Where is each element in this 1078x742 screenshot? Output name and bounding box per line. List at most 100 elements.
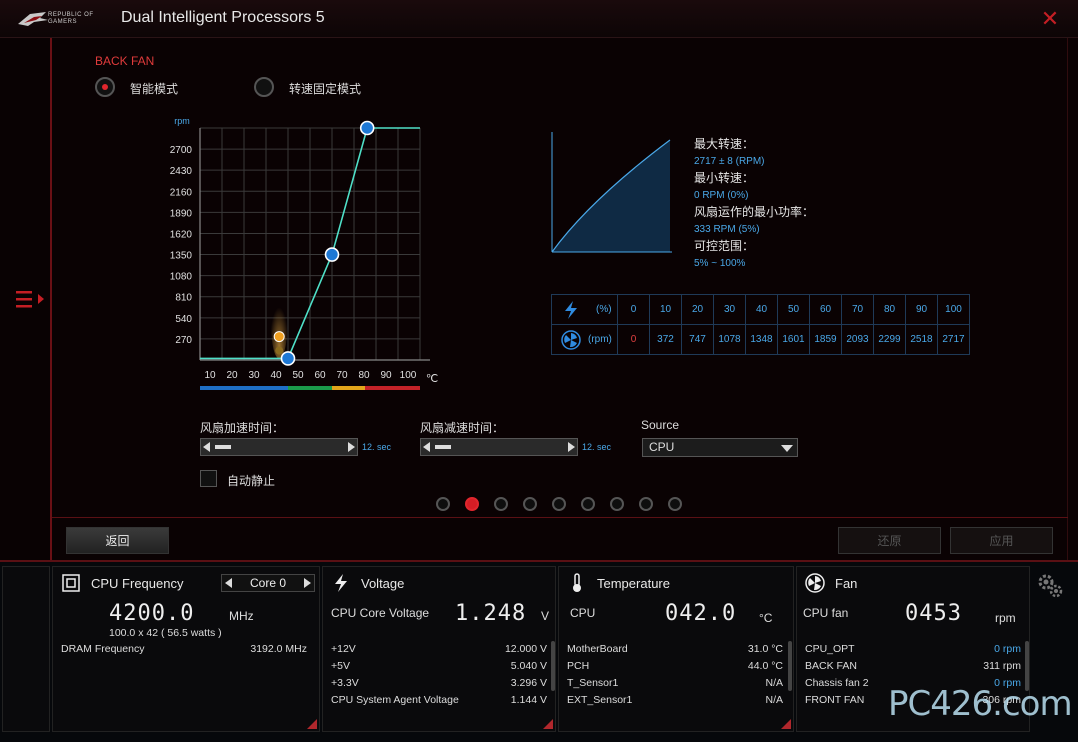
power-icon — [565, 301, 577, 319]
percent-cell: 60 — [809, 294, 842, 325]
rpm-header: (rpm) — [551, 324, 618, 355]
x-tick-label: 10 — [204, 370, 216, 381]
percent-cell: 0 — [617, 294, 650, 325]
cpu-fan-label: CPU fan — [803, 606, 849, 620]
percent-cell: 70 — [841, 294, 874, 325]
accel-time-slider[interactable] — [200, 438, 358, 456]
list-row-label: MotherBoard — [567, 643, 628, 655]
rpm-cell: 0 — [617, 324, 650, 355]
range-value: 5% ~ 100% — [694, 258, 746, 269]
mode-fixed-radio[interactable] — [254, 77, 274, 97]
rpm-cell: 1348 — [745, 324, 778, 355]
menu-icon[interactable] — [14, 288, 46, 310]
accel-time-label: 风扇加速时间： — [200, 421, 285, 435]
restore-button[interactable]: 还原 — [838, 527, 941, 554]
fan-title: Fan — [835, 576, 858, 591]
slider-knob[interactable] — [215, 445, 231, 449]
temperature-zone-bar — [332, 386, 365, 390]
page-dot[interactable] — [639, 497, 653, 511]
cpu-temperature-label: CPU — [570, 606, 596, 620]
x-tick-label: 30 — [248, 370, 260, 381]
y-tick-label: 2430 — [170, 166, 193, 177]
current-temperature-marker-shadow — [275, 346, 284, 355]
y-tick-label: 270 — [175, 335, 192, 346]
arrow-right-icon[interactable] — [348, 442, 355, 452]
page-dot[interactable] — [552, 497, 566, 511]
accel-time-value: 12. sec — [362, 442, 392, 452]
back-button[interactable]: 返回 — [66, 527, 169, 554]
close-button[interactable]: ✕ — [1040, 8, 1060, 30]
cpu-frequency-title: CPU Frequency — [91, 576, 184, 591]
list-row-value: 3.296 V — [510, 677, 547, 689]
x-tick-label: 60 — [314, 370, 326, 381]
rpm-unit: (rpm) — [588, 334, 612, 345]
percent-cell: 30 — [713, 294, 746, 325]
dram-frequency-label: DRAM Frequency — [61, 643, 145, 655]
percent-cell: 100 — [937, 294, 970, 325]
page-dot[interactable] — [465, 497, 479, 511]
decel-time-slider[interactable] — [420, 438, 578, 456]
list-row-value: 311 rpm — [983, 660, 1021, 672]
max-speed-label: 最大转速： — [694, 137, 755, 151]
temperature-panel: Temperature CPU 042.0 °C MotherBoard 31.0… — [558, 566, 794, 732]
cpu-temperature-value: 042.0 — [665, 601, 737, 626]
arrow-left-icon[interactable] — [423, 442, 430, 452]
list-row-value: 44.0 °C — [747, 660, 783, 672]
cpu-core-voltage-label: CPU Core Voltage — [331, 606, 430, 620]
percent-unit: (%) — [596, 304, 612, 315]
arrow-right-icon[interactable] — [304, 578, 311, 588]
expand-corner-icon[interactable] — [543, 719, 553, 729]
fan-curve-chart[interactable]: 2700243021601890162013501080810540270rpm… — [152, 110, 462, 390]
curve-control-point[interactable] — [280, 351, 296, 366]
list-row-label: CPU_OPT — [805, 643, 855, 655]
source-select[interactable]: CPU — [642, 438, 798, 457]
page-dot[interactable] — [581, 497, 595, 511]
rpm-cell: 747 — [681, 324, 714, 355]
x-tick-label: 80 — [358, 370, 370, 381]
list-row-label: +5V — [331, 660, 350, 672]
page-dot[interactable] — [610, 497, 624, 511]
auto-stop-checkbox[interactable] — [200, 470, 217, 487]
core-selector[interactable]: Core 0 — [221, 574, 315, 592]
mode-smart-radio[interactable] — [95, 77, 115, 97]
arrow-left-icon[interactable] — [225, 578, 232, 588]
arrow-left-icon[interactable] — [203, 442, 210, 452]
slider-knob[interactable] — [435, 445, 451, 449]
fan-tuning-panel: BACK FAN 智能模式 转速固定模式 2700 2430 2160 1890 162… — [52, 38, 1068, 560]
monitor-bar: CPU Frequency Core 0 4200.0 MHz 100.0 x … — [0, 560, 1078, 742]
page-dot[interactable] — [494, 497, 508, 511]
voltage-title: Voltage — [361, 576, 405, 591]
auto-stop-label: 自动静止 — [227, 474, 276, 488]
rpm-cell: 1601 — [777, 324, 810, 355]
page-dot[interactable] — [523, 497, 537, 511]
list-row-label: CPU System Agent Voltage — [331, 694, 459, 706]
cpu-core-voltage-value: 1.248 — [455, 601, 527, 626]
list-row-label: T_Sensor1 — [567, 677, 619, 689]
curve-control-point[interactable] — [324, 247, 340, 262]
x-tick-label: 50 — [292, 370, 304, 381]
left-rail — [0, 38, 52, 560]
page-dot[interactable] — [436, 497, 450, 511]
bottom-left-spacer — [2, 566, 50, 732]
max-speed-value: 2717 ± 8 (RPM) — [694, 156, 765, 167]
arrow-right-icon[interactable] — [568, 442, 575, 452]
x-axis-label: ℃ — [426, 373, 438, 385]
lightning-icon — [335, 574, 347, 592]
app-title: Dual Intelligent Processors 5 — [121, 9, 325, 26]
scrollbar[interactable] — [551, 641, 555, 691]
cpu-frequency-panel: CPU Frequency Core 0 4200.0 MHz 100.0 x … — [52, 566, 320, 732]
page-dot[interactable] — [668, 497, 682, 511]
list-row-value: 5.040 V — [510, 660, 547, 672]
x-tick-label: 40 — [270, 370, 282, 381]
fan-stats: 最大转速： 2717 ± 8 (RPM) 最小转速： 0 RPM (0%) 风扇… — [694, 136, 814, 272]
apply-button[interactable]: 应用 — [950, 527, 1053, 554]
expand-corner-icon[interactable] — [307, 719, 317, 729]
temperature-zone-bar — [200, 386, 288, 390]
curve-control-point[interactable] — [359, 120, 375, 136]
scrollbar[interactable] — [788, 641, 792, 691]
y-tick-label: 1890 — [170, 208, 193, 219]
cpu-frequency-value: 4200.0 — [109, 601, 195, 626]
gear-icon[interactable] — [1036, 572, 1064, 600]
expand-corner-icon[interactable] — [781, 719, 791, 729]
rpm-cell: 2717 — [937, 324, 970, 355]
